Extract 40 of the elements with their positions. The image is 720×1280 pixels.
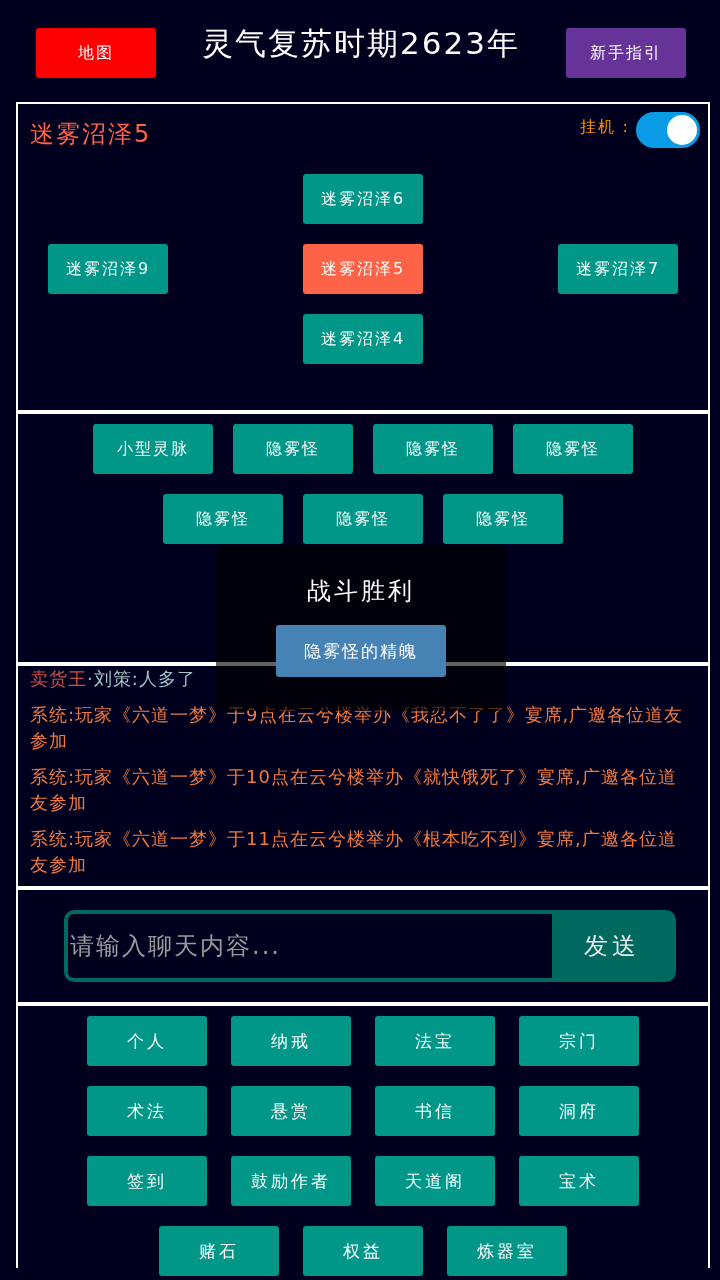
menu-button[interactable]: 签到: [87, 1156, 207, 1206]
location-button[interactable]: 迷雾沼泽9: [48, 244, 168, 294]
menu-button[interactable]: 权益: [303, 1226, 423, 1276]
location-button[interactable]: 迷雾沼泽4: [303, 314, 423, 364]
menu-button[interactable]: 宗门: [519, 1016, 639, 1066]
menu-button[interactable]: 赌石: [159, 1226, 279, 1276]
menu-button[interactable]: 鼓励作者: [231, 1156, 351, 1206]
toggle-switch[interactable]: [636, 112, 700, 148]
menu-button[interactable]: 书信: [375, 1086, 495, 1136]
target-button[interactable]: 小型灵脉: [93, 424, 213, 474]
location-button[interactable]: 迷雾沼泽5: [303, 244, 423, 294]
chat-input[interactable]: 请输入聊天内容...: [68, 914, 552, 978]
reward-button[interactable]: 隐雾怪的精魄: [276, 625, 446, 677]
result-title: 战斗胜利: [307, 576, 415, 607]
system-message: 系统:玩家《六道一梦》于10点在云兮楼举办《就快饿死了》宴席,广邀各位道友参加: [30, 765, 678, 815]
location-button[interactable]: 迷雾沼泽6: [303, 174, 423, 224]
auto-battle-label: 挂机 :: [579, 116, 630, 138]
target-button[interactable]: 隐雾怪: [443, 494, 563, 544]
system-message: 系统:玩家《六道一梦》于11点在云兮楼举办《根本吃不到》宴席,广邀各位道友参加: [30, 827, 678, 877]
target-button[interactable]: 隐雾怪: [163, 494, 283, 544]
target-button[interactable]: 隐雾怪: [303, 494, 423, 544]
location-title: 迷雾沼泽5: [30, 119, 152, 150]
guide-button[interactable]: 新手指引: [566, 28, 686, 78]
system-message: 系统:玩家《六道一梦》于9点在云兮楼举办《我忍不了了》宴席,广邀各位道友参加: [30, 703, 685, 753]
menu-button[interactable]: 天道阁: [375, 1156, 495, 1206]
menu-button[interactable]: 洞府: [519, 1086, 639, 1136]
menu-button[interactable]: 术法: [87, 1086, 207, 1136]
chat-message: 卖货王·刘策:人多了: [30, 667, 196, 691]
menu-button[interactable]: 悬赏: [231, 1086, 351, 1136]
menu-button[interactable]: 法宝: [375, 1016, 495, 1066]
location-button[interactable]: 迷雾沼泽7: [558, 244, 678, 294]
target-button[interactable]: 隐雾怪: [513, 424, 633, 474]
game-title: 灵气复苏时期2623年: [202, 24, 520, 63]
target-button[interactable]: 隐雾怪: [233, 424, 353, 474]
menu-button[interactable]: 炼器室: [447, 1226, 567, 1276]
target-button[interactable]: 隐雾怪: [373, 424, 493, 474]
menu-button[interactable]: 宝术: [519, 1156, 639, 1206]
menu-button[interactable]: 纳戒: [231, 1016, 351, 1066]
menu-button[interactable]: 个人: [87, 1016, 207, 1066]
map-button[interactable]: 地图: [36, 28, 156, 78]
